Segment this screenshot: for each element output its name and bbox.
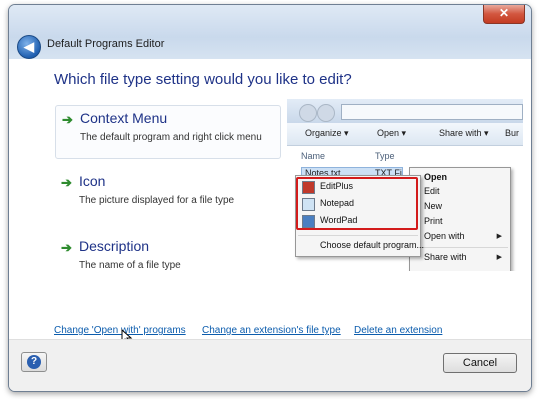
submenu-arrow-icon: ▶ [496, 233, 502, 240]
menu-item-edit: Edit [424, 186, 440, 196]
option-description-text: The name of a file type [79, 260, 181, 271]
help-button[interactable]: ? [21, 352, 47, 372]
explorer-toolbar: Organize ▾ Open ▾ Share with ▾ Bur [287, 123, 523, 146]
back-button[interactable]: ◀ [17, 35, 41, 59]
close-button[interactable]: ✕ [483, 5, 525, 24]
toolbar-share-with: Share with ▾ [439, 128, 489, 138]
context-menu: Open Edit New Print Open with ▶ Share wi… [409, 167, 511, 271]
context-menu-preview-image: Organize ▾ Open ▾ Share with ▾ Bur Name … [287, 99, 523, 271]
link-delete-extension[interactable]: Delete an extension [354, 325, 442, 336]
menu-item-open-with: Open with [424, 231, 465, 241]
highlight-box [296, 177, 418, 230]
dialog-window: ✕ ◀ Default Programs Editor Which file t… [8, 4, 532, 392]
column-type: Type [375, 151, 395, 161]
nav-forward-icon [317, 104, 335, 122]
page-heading: Which file type setting would you like t… [54, 71, 352, 88]
option-description: The picture displayed for a file type [79, 195, 235, 206]
option-icon[interactable]: ➔ Icon The picture displayed for a file … [55, 169, 281, 223]
dialog-footer: ? Cancel [9, 339, 531, 391]
option-description[interactable]: ➔ Description The name of a file type [55, 234, 281, 288]
close-icon: ✕ [498, 6, 510, 20]
column-name: Name [301, 151, 326, 161]
option-description: The default program and right click menu [80, 132, 262, 143]
link-change-extension-file-type[interactable]: Change an extension's file type [202, 325, 341, 336]
window-title: Default Programs Editor [47, 38, 165, 50]
title-bar: ✕ ◀ Default Programs Editor [9, 5, 531, 59]
submenu-item-choose-default: Choose default program... [320, 240, 425, 250]
content-area: Which file type setting would you like t… [9, 59, 531, 345]
menu-separator [412, 247, 508, 248]
menu-item-print: Print [424, 216, 443, 226]
explorer-address-bar [287, 99, 523, 123]
toolbar-burn: Bur [505, 128, 520, 138]
green-arrow-icon: ➔ [61, 175, 72, 190]
option-title: Context Menu [80, 110, 168, 126]
submenu-arrow-icon: ▶ [496, 254, 502, 261]
menu-separator [298, 235, 418, 236]
green-arrow-icon: ➔ [61, 240, 72, 255]
option-title: Description [79, 238, 150, 254]
green-arrow-icon: ➔ [62, 112, 73, 127]
toolbar-open: Open ▾ [377, 128, 407, 138]
toolbar-organize: Organize ▾ [305, 128, 349, 138]
help-icon: ? [27, 355, 41, 369]
menu-item-new: New [424, 201, 443, 211]
address-field [341, 104, 523, 120]
option-title: Icon [79, 173, 106, 189]
menu-item-open: Open [424, 172, 448, 182]
cancel-button[interactable]: Cancel [443, 353, 517, 373]
option-context-menu[interactable]: ➔ Context Menu The default program and r… [55, 105, 281, 159]
link-change-open-with[interactable]: Change 'Open with' programs [54, 325, 186, 336]
nav-back-icon [299, 104, 317, 122]
menu-item-share-with: Share with [424, 252, 467, 262]
back-arrow-icon: ◀ [24, 39, 34, 54]
